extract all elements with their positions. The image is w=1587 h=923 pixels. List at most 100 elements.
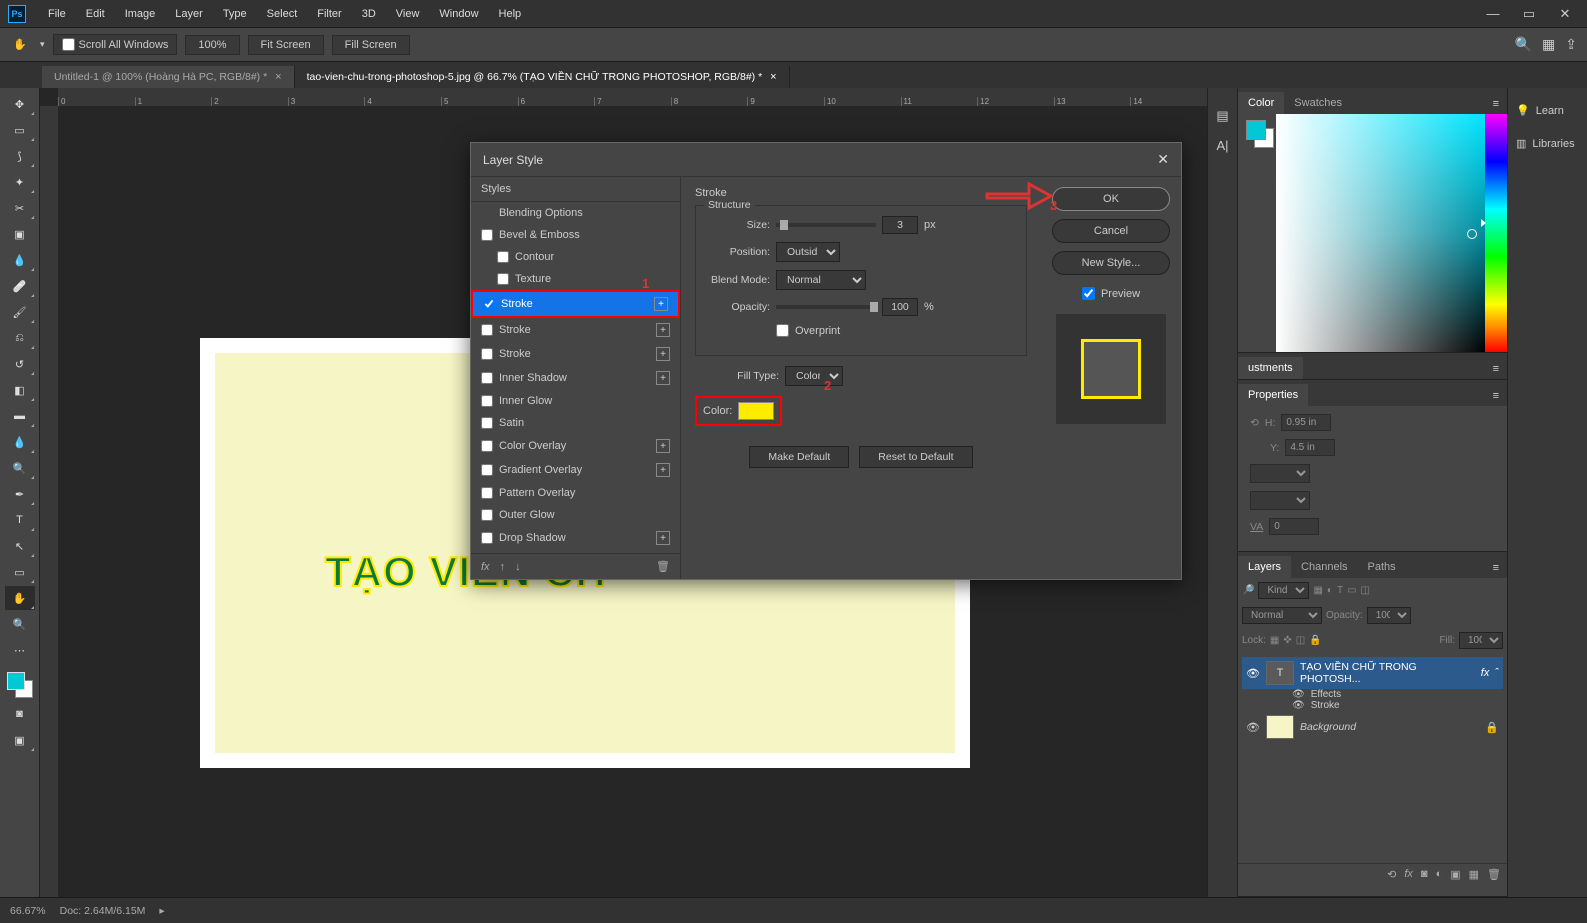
history-brush-tool[interactable]: ↺: [5, 352, 35, 376]
close-button[interactable]: ✕: [1551, 6, 1579, 22]
shape-tool[interactable]: ▭: [5, 560, 35, 584]
minimize-button[interactable]: —: [1479, 6, 1507, 22]
scroll-all-windows-checkbox[interactable]: Scroll All Windows: [53, 34, 178, 55]
lock-artboard-icon[interactable]: ◫: [1296, 635, 1305, 646]
pen-tool[interactable]: ✒: [5, 482, 35, 506]
effect-item-bevel-emboss[interactable]: Bevel & Emboss: [471, 224, 680, 246]
effect-item-gradient-overlay[interactable]: Gradient Overlay+: [471, 458, 680, 482]
new-layer-icon[interactable]: ▦: [1469, 868, 1479, 881]
blur-tool[interactable]: 💧: [5, 430, 35, 454]
effect-item-blending-options[interactable]: Blending Options: [471, 202, 680, 224]
document-size[interactable]: Doc: 2.64M/6.15M: [60, 905, 146, 917]
character-panel-icon[interactable]: A|: [1216, 138, 1228, 153]
hand-tool[interactable]: ✋: [5, 586, 35, 610]
quick-mask-toggle[interactable]: ◙: [5, 702, 35, 726]
properties-tab[interactable]: Properties: [1238, 384, 1308, 406]
fg-color-mini[interactable]: [1246, 120, 1266, 140]
swatches-tab[interactable]: Swatches: [1284, 92, 1352, 114]
eraser-tool[interactable]: ◧: [5, 378, 35, 402]
zoom-tool[interactable]: 🔍: [5, 612, 35, 636]
document-tab-1[interactable]: Untitled-1 @ 100% (Hoàng Hà PC, RGB/8#) …: [42, 66, 295, 88]
layers-menu-icon[interactable]: ≡: [1485, 558, 1507, 578]
filter-adjust-icon[interactable]: ◐: [1327, 585, 1333, 596]
screen-mode-toggle[interactable]: ▣: [5, 728, 35, 752]
dialog-close-button[interactable]: ✕: [1157, 151, 1169, 168]
search-icon[interactable]: 🔍: [1515, 36, 1532, 53]
eyedropper-tool[interactable]: 💧: [5, 248, 35, 272]
adjustments-tab[interactable]: ustments: [1238, 357, 1303, 379]
effect-item-color-overlay[interactable]: Color Overlay+: [471, 434, 680, 458]
reset-default-button[interactable]: Reset to Default: [859, 446, 972, 468]
kind-filter-icon[interactable]: 🔎: [1242, 585, 1254, 596]
maximize-button[interactable]: ▭: [1515, 6, 1543, 22]
effect-checkbox[interactable]: [481, 348, 493, 360]
color-swatches[interactable]: [5, 670, 35, 700]
size-slider-handle[interactable]: [780, 220, 788, 230]
position-select[interactable]: Outside: [776, 242, 840, 262]
effects-visibility-icon[interactable]: 👁: [1292, 689, 1305, 700]
zoom-level[interactable]: 66.67%: [10, 905, 46, 917]
filter-pixel-icon[interactable]: ▦: [1313, 585, 1322, 596]
opacity-input[interactable]: [882, 298, 918, 316]
menu-type[interactable]: Type: [213, 4, 257, 24]
libraries-panel-button[interactable]: ▥ Libraries: [1508, 129, 1587, 158]
clone-stamp-tool[interactable]: ⎌: [5, 326, 35, 350]
bg-visibility-icon[interactable]: 👁: [1246, 721, 1260, 734]
color-tab[interactable]: Color: [1238, 92, 1284, 114]
edit-toolbar[interactable]: ⋯: [5, 638, 35, 662]
effect-checkbox[interactable]: [481, 464, 493, 476]
blend-mode-select[interactable]: Normal: [1242, 607, 1322, 624]
layer-visibility-icon[interactable]: 👁: [1246, 667, 1260, 680]
menu-file[interactable]: File: [38, 4, 76, 24]
workspace-icon[interactable]: ▦: [1542, 36, 1555, 53]
foreground-color-swatch[interactable]: [7, 672, 25, 690]
link-layers-icon[interactable]: ⟲: [1387, 868, 1396, 881]
effect-checkbox[interactable]: [481, 440, 493, 452]
layer-background[interactable]: 👁 Background 🔒: [1242, 711, 1503, 743]
dodge-tool[interactable]: 🔍: [5, 456, 35, 480]
learn-panel-button[interactable]: 💡 Learn: [1508, 96, 1587, 125]
filter-type-icon[interactable]: T: [1337, 585, 1343, 596]
layer-mask-icon[interactable]: ◙: [1421, 868, 1428, 881]
filter-shape-icon[interactable]: ▭: [1347, 585, 1356, 596]
type-tool[interactable]: T: [5, 508, 35, 532]
stroke-color-swatch[interactable]: [738, 402, 774, 420]
effect-add-icon[interactable]: +: [656, 323, 670, 337]
color-panel-menu-icon[interactable]: ≡: [1485, 94, 1507, 114]
link-icon[interactable]: ⟲: [1250, 417, 1259, 429]
preview-checkbox[interactable]: [1082, 287, 1095, 300]
y-input[interactable]: [1285, 439, 1335, 456]
tool-preset-dropdown[interactable]: ▾: [40, 39, 45, 50]
opacity-slider[interactable]: [776, 305, 876, 309]
delete-layer-icon[interactable]: 🗑: [1487, 868, 1501, 881]
magic-wand-tool[interactable]: ✦: [5, 170, 35, 194]
overprint-checkbox[interactable]: [776, 324, 789, 337]
history-panel-icon[interactable]: ▤: [1216, 108, 1228, 124]
effect-item-drop-shadow[interactable]: Drop Shadow+: [471, 526, 680, 550]
size-slider[interactable]: [776, 223, 876, 227]
gradient-tool[interactable]: ▬: [5, 404, 35, 428]
font-family-select[interactable]: [1250, 464, 1310, 483]
effect-checkbox[interactable]: [497, 273, 509, 285]
scroll-all-checkbox-input[interactable]: [62, 38, 75, 51]
hand-tool-icon[interactable]: ✋: [8, 33, 32, 57]
menu-window[interactable]: Window: [429, 4, 488, 24]
lock-position-icon[interactable]: ✜: [1283, 635, 1291, 646]
effect-checkbox[interactable]: [481, 229, 493, 241]
properties-menu-icon[interactable]: ≡: [1485, 386, 1507, 406]
effect-up-icon[interactable]: ↑: [500, 561, 506, 573]
menu-help[interactable]: Help: [489, 4, 532, 24]
filter-smart-icon[interactable]: ◫: [1361, 585, 1370, 596]
layer-collapse-icon[interactable]: ˆ: [1495, 667, 1499, 679]
menu-view[interactable]: View: [386, 4, 430, 24]
make-default-button[interactable]: Make Default: [749, 446, 849, 468]
menu-image[interactable]: Image: [115, 4, 166, 24]
effect-checkbox[interactable]: [481, 324, 493, 336]
layer-opacity-input[interactable]: 100%: [1367, 607, 1411, 624]
lasso-tool[interactable]: ⟆: [5, 144, 35, 168]
stroke-visibility-icon[interactable]: 👁: [1292, 700, 1305, 711]
status-arrow-icon[interactable]: ▸: [159, 905, 164, 917]
ok-button[interactable]: OK: [1052, 187, 1170, 211]
size-input[interactable]: [882, 216, 918, 234]
effect-checkbox[interactable]: [481, 417, 493, 429]
